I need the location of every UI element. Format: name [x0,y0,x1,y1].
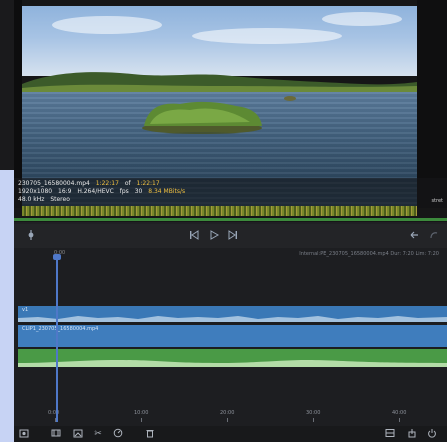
project-info: Internal:PE_230705_16580004.mp4 Dur: 7:2… [299,251,439,257]
audio-track[interactable] [18,349,447,367]
ruler-tick: 30:00 [306,410,321,416]
skip-forward-icon[interactable] [226,229,240,243]
camera-icon[interactable] [18,428,30,440]
clip-label-main: CLIP1_230705_16580004.mp4 [22,326,99,332]
video-track-upper[interactable]: v1 [18,306,447,322]
video-info-overlay: 230705_16580004.mp4 1:22:17 of 1:22:17 1… [14,178,447,208]
film-icon[interactable] [50,428,62,440]
layout-icon[interactable] [384,428,396,440]
trash-icon[interactable] [144,428,156,440]
share-icon[interactable] [406,428,418,440]
video-bitrate: 8.34 MBits/s [148,188,186,195]
clip-label-top: v1 [22,307,29,313]
speed-icon[interactable] [112,428,124,440]
video-resolution: 1920x1080 [18,188,53,195]
audio-waveform [18,360,447,367]
undo-icon[interactable] [407,229,421,243]
hills [22,72,417,92]
ruler-tick: 40:00 [392,410,407,416]
video-viewer[interactable]: 230705_16580004.mp4 1:22:17 of 1:22:17 1… [14,0,447,222]
video-waveform [18,316,447,322]
playhead[interactable] [56,258,58,422]
video-editor: 230705_16580004.mp4 1:22:17 of 1:22:17 1… [14,0,447,442]
timeline[interactable]: 0:00 Internal:PE_230705_16580004.mp4 Dur… [14,248,447,426]
image-edit-icon[interactable] [72,428,84,440]
video-duration: 1:22:17 [136,180,160,187]
ruler-tick: 10:00 [134,410,149,416]
transport-bar [14,224,447,248]
video-filename: 230705_16580004.mp4 [18,180,90,187]
time-ruler[interactable]: 0:00 10:00 20:00 30:00 40:00 [14,410,447,424]
video-track-clip[interactable]: CLIP1_230705_16580004.mp4 [18,325,447,347]
scissors-icon[interactable]: ✂ [92,428,104,440]
playback-progress[interactable] [14,218,447,221]
ruler-tick: 20:00 [220,410,235,416]
skip-back-icon[interactable] [187,229,201,243]
filter-icon[interactable] [24,229,38,243]
video-position: 1:22:17 [95,180,119,187]
redo-icon[interactable] [427,229,441,243]
bottom-toolbar: ✂ [14,426,447,442]
play-icon[interactable] [207,229,221,243]
power-icon[interactable] [426,428,438,440]
reed-island [142,101,262,134]
effect-tag: stret [431,198,443,204]
